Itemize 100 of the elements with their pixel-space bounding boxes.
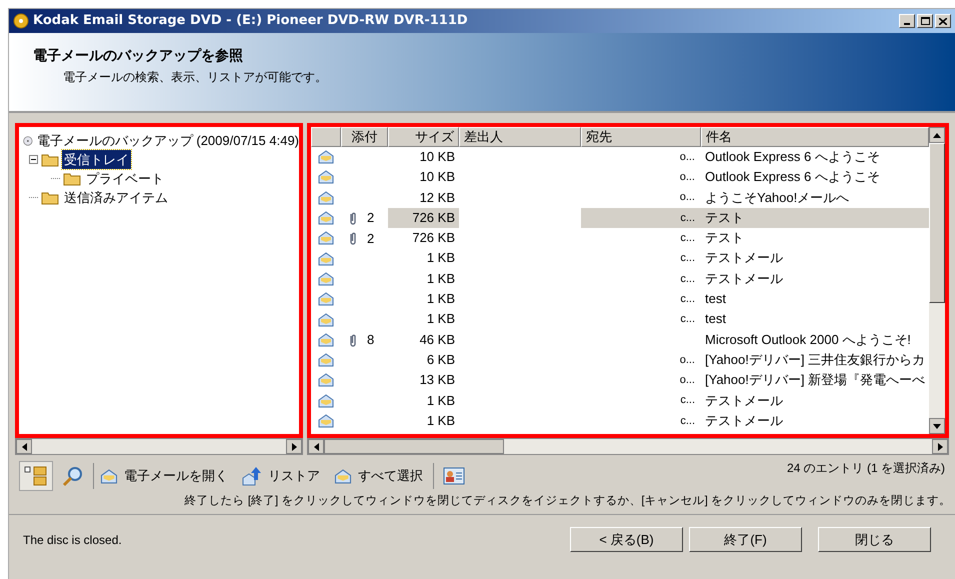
- maximize-button[interactable]: [917, 14, 933, 28]
- tree-item[interactable]: 電子メールのバックアップ (2009/07/15 4:49): [36, 130, 299, 150]
- tree-item[interactable]: 送信済みアイテム: [62, 188, 170, 208]
- table-cell-text: c...: [680, 414, 695, 429]
- tree-item[interactable]: 受信トレイ: [62, 150, 131, 170]
- up-arrow-icon: [933, 132, 941, 138]
- table-cell-text: 1 KB: [426, 392, 456, 410]
- table-cell: 726 KB: [388, 208, 459, 228]
- envelope-icon: [318, 231, 334, 246]
- table-cell-text: c...: [680, 272, 695, 287]
- envelope-icon: [318, 353, 334, 368]
- folder-view-button[interactable]: [19, 461, 53, 491]
- envelope-icon: [318, 394, 334, 408]
- table-cell-text: o...: [680, 190, 695, 206]
- table-row[interactable]: 1 KB c... テストメール: [311, 248, 929, 269]
- dialog-button[interactable]: 閉じる: [818, 527, 931, 552]
- folders-icon: [24, 465, 48, 487]
- status-text: The disc is closed.: [23, 532, 122, 548]
- scroll-left-button[interactable]: [308, 439, 324, 454]
- column-header[interactable]: 添付: [341, 127, 388, 147]
- envelope-icon: [318, 414, 334, 428]
- table-cell-text: テスト: [704, 229, 745, 248]
- left-arrow-icon: [314, 442, 318, 450]
- scroll-right-button[interactable]: [932, 439, 948, 454]
- envelope-up-arrow-icon: [242, 466, 262, 486]
- vertical-scrollbar[interactable]: [929, 127, 945, 434]
- close-icon: [939, 18, 947, 24]
- table-cell-text: c...: [680, 210, 695, 226]
- scroll-thumb[interactable]: [324, 439, 504, 454]
- dialog-button[interactable]: < 戻る(B): [570, 527, 683, 552]
- table-cell-text: test: [704, 310, 727, 328]
- envelope-icon: [318, 292, 334, 306]
- horizontal-scrollbar[interactable]: [307, 438, 949, 455]
- table-cell-text: 1 KB: [426, 249, 456, 268]
- left-arrow-icon: [22, 442, 26, 450]
- envelope-icon: [318, 312, 334, 327]
- collapse-toggle[interactable]: [29, 155, 38, 164]
- table-row[interactable]: 10 KB o... Outlook Express 6 へようこそ: [311, 167, 929, 188]
- table-row[interactable]: 1 KB c... テストメール: [311, 390, 929, 411]
- close-button[interactable]: [935, 14, 951, 28]
- page-heading: 電子メールのバックアップを参照: [33, 46, 244, 65]
- minimize-button[interactable]: [899, 14, 915, 28]
- down-arrow-icon: [933, 424, 941, 428]
- envelope-icon: [318, 252, 334, 266]
- scroll-right-button[interactable]: [286, 439, 302, 454]
- table-cell-text: c...: [680, 393, 695, 408]
- column-header[interactable]: [311, 127, 341, 147]
- table-row[interactable]: 8 46 KB Microsoft Outlook 2000 へようこそ!: [311, 330, 929, 350]
- column-header[interactable]: 件名: [701, 127, 929, 147]
- tree-item[interactable]: プライベート: [84, 168, 166, 188]
- table-row[interactable]: 1 KB c... test: [311, 289, 929, 310]
- right-arrow-icon: [292, 442, 296, 450]
- table-row[interactable]: 6 KB o... [Yahoo!デリバー] 三井住友銀行からカ: [311, 350, 929, 370]
- table-row[interactable]: 13 KB o... [Yahoo!デリバー] 新登場『発電へーべ: [311, 370, 929, 391]
- table-cell-text: テストメール: [704, 270, 784, 288]
- toolbar-button[interactable]: リストア: [242, 466, 320, 486]
- envelope-icon: [100, 468, 118, 484]
- scroll-up-button[interactable]: [929, 127, 945, 143]
- scroll-left-button[interactable]: [16, 439, 32, 454]
- table-row[interactable]: 1 KB c... test: [311, 309, 929, 330]
- table-cell-text: 1 KB: [426, 270, 456, 288]
- disc-icon: [13, 13, 29, 29]
- table-cell-text: c...: [680, 231, 695, 246]
- search-icon: [62, 465, 84, 487]
- scroll-down-button[interactable]: [929, 418, 945, 434]
- table-cell-text: o...: [680, 373, 695, 388]
- column-header[interactable]: 差出人: [459, 127, 581, 147]
- table-cell-text: 1 KB: [426, 310, 456, 328]
- toolbar-button[interactable]: すべて選択: [334, 466, 423, 486]
- table-row[interactable]: 10 KB o... Outlook Express 6 へようこそ: [311, 147, 929, 168]
- dialog-button[interactable]: 終了(F): [689, 527, 802, 552]
- table-cell-text: [Yahoo!デリバー] 三井住友銀行からカ: [704, 350, 926, 369]
- contact-card-icon: [443, 467, 465, 485]
- folder-icon: [41, 190, 59, 204]
- table-row[interactable]: 2 726 KB c... テスト: [311, 228, 929, 248]
- table-cell-text: 8: [367, 331, 374, 350]
- folder-icon: [63, 172, 81, 186]
- table-cell-text: 46 KB: [418, 330, 456, 349]
- table-cell-text: 10 KB: [418, 148, 456, 166]
- table-cell-text: 1 KB: [426, 412, 456, 430]
- maximize-icon: [920, 17, 930, 25]
- table-cell-text: 1 KB: [426, 290, 456, 308]
- envelope-icon: [318, 170, 334, 184]
- table-cell-text: ようこそYahoo!メールへ: [704, 188, 850, 207]
- table-cell-text: o...: [680, 352, 695, 368]
- table-row[interactable]: 1 KB c... テストメール: [311, 268, 929, 290]
- toolbar-button[interactable]: 電子メールを開く: [100, 466, 228, 486]
- table-cell-text: test: [704, 290, 727, 308]
- table-cell-text: c...: [680, 312, 695, 328]
- envelope-icon: [318, 332, 334, 347]
- column-header[interactable]: 宛先: [581, 127, 701, 147]
- column-header[interactable]: サイズ: [388, 127, 459, 147]
- table-row[interactable]: 1 KB c... テストメール: [311, 410, 929, 432]
- table-cell-text: 6 KB: [426, 350, 456, 369]
- table-row[interactable]: 2 726 KB c... テスト: [311, 208, 929, 228]
- table-cell-text: テストメール: [704, 392, 784, 410]
- envelope-icon: [318, 272, 334, 286]
- table-row[interactable]: 12 KB o... ようこそYahoo!メールへ: [311, 188, 929, 208]
- horizontal-scrollbar[interactable]: [15, 438, 303, 455]
- envelope-icon: [318, 190, 334, 205]
